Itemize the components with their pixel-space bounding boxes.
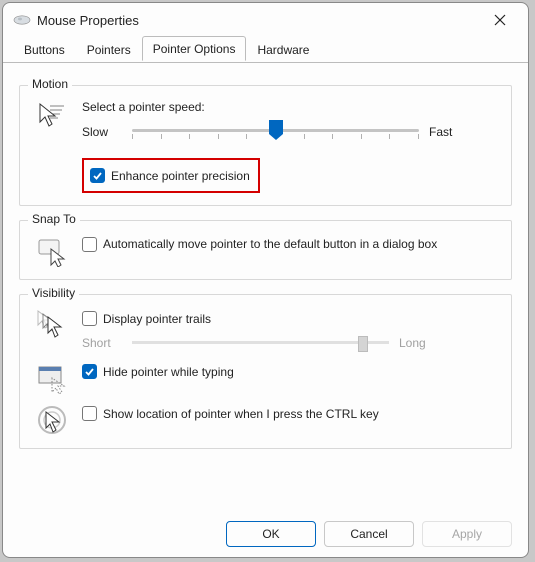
titlebar: Mouse Properties bbox=[3, 3, 528, 37]
checkbox-snap-to[interactable] bbox=[82, 237, 97, 252]
tab-buttons[interactable]: Buttons bbox=[13, 38, 76, 63]
ctrl-locate-label: Show location of pointer when I press th… bbox=[103, 407, 379, 421]
group-motion-label: Motion bbox=[28, 77, 72, 91]
hide-typing-label: Hide pointer while typing bbox=[103, 365, 234, 379]
group-motion: Motion Select a pointer speed bbox=[19, 85, 512, 206]
tab-pointers[interactable]: Pointers bbox=[76, 38, 142, 63]
pointer-speed-slider[interactable] bbox=[132, 120, 419, 144]
snap-to-label: Automatically move pointer to the defaul… bbox=[103, 237, 437, 253]
group-snap-label: Snap To bbox=[28, 212, 80, 226]
slow-label: Slow bbox=[82, 125, 122, 139]
tab-hardware[interactable]: Hardware bbox=[246, 38, 320, 63]
mouse-icon bbox=[13, 14, 31, 26]
window-title: Mouse Properties bbox=[37, 13, 480, 28]
pointer-trails-label: Display pointer trails bbox=[103, 312, 211, 326]
apply-button: Apply bbox=[422, 521, 512, 547]
trails-short-label: Short bbox=[82, 336, 122, 350]
checkbox-pointer-trails[interactable] bbox=[82, 311, 97, 326]
pointer-trails-icon bbox=[36, 309, 68, 341]
pointer-trails-slider bbox=[132, 334, 389, 352]
snap-to-icon bbox=[36, 235, 68, 267]
checkbox-hide-typing[interactable] bbox=[82, 364, 97, 379]
tab-pointer-options[interactable]: Pointer Options bbox=[142, 36, 247, 61]
cancel-button[interactable]: Cancel bbox=[324, 521, 414, 547]
checkbox-ctrl-locate[interactable] bbox=[82, 406, 97, 421]
cursor-speed-icon bbox=[36, 100, 68, 132]
dialog-buttons: OK Cancel Apply bbox=[19, 521, 512, 547]
hide-typing-icon bbox=[36, 362, 68, 394]
ok-button[interactable]: OK bbox=[226, 521, 316, 547]
ctrl-locate-icon bbox=[36, 404, 68, 436]
group-visibility-label: Visibility bbox=[28, 286, 79, 300]
close-icon bbox=[494, 14, 506, 26]
group-visibility: Visibility bbox=[19, 294, 512, 449]
mouse-properties-window: Mouse Properties Buttons Pointers Pointe… bbox=[2, 2, 529, 558]
enhance-precision-label: Enhance pointer precision bbox=[111, 169, 250, 183]
trails-long-label: Long bbox=[399, 336, 439, 350]
tabstrip: Buttons Pointers Pointer Options Hardwar… bbox=[3, 37, 528, 63]
highlight-enhance-precision: Enhance pointer precision bbox=[82, 158, 260, 193]
group-snap-to: Snap To Automatically mo bbox=[19, 220, 512, 280]
pointer-speed-label: Select a pointer speed: bbox=[82, 100, 499, 114]
tab-content: Motion Select a pointer speed bbox=[3, 63, 528, 459]
close-button[interactable] bbox=[480, 6, 520, 34]
fast-label: Fast bbox=[429, 125, 469, 139]
checkbox-enhance-precision[interactable] bbox=[90, 168, 105, 183]
